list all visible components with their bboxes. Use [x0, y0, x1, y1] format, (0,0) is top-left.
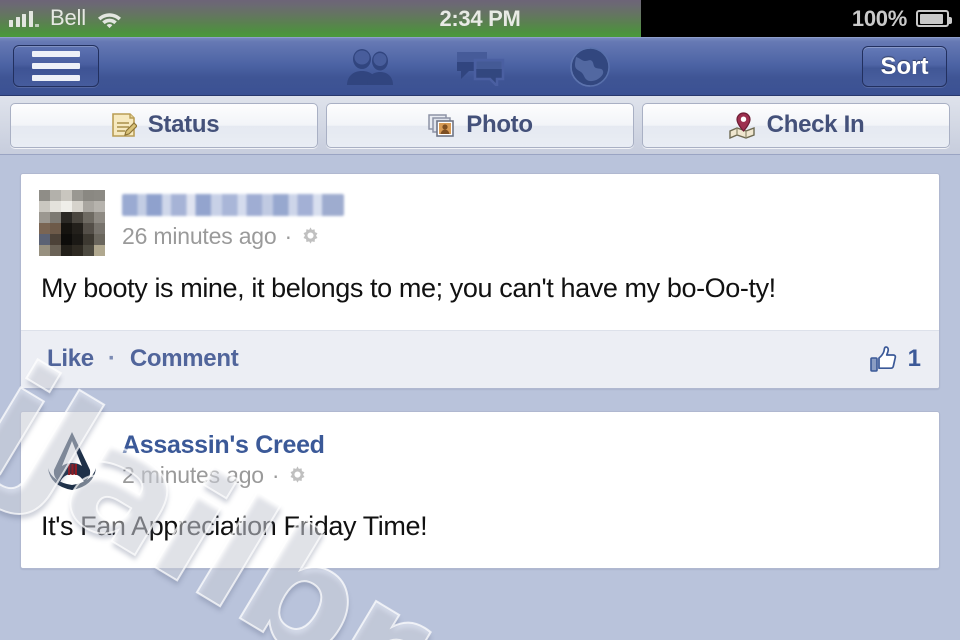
friends-icon[interactable]	[343, 47, 397, 87]
post-meta-separator: ·	[271, 462, 280, 489]
sort-button[interactable]: Sort	[862, 46, 947, 87]
post-header: Assassin's Creed 2 minutes ago ·	[21, 412, 939, 500]
thumbs-up-icon	[869, 345, 898, 373]
post-author-redacted[interactable]	[122, 194, 344, 216]
photo-composer-button[interactable]: Photo	[326, 102, 634, 148]
avatar[interactable]	[39, 427, 105, 494]
news-feed: 26 minutes ago · My booty is mine, it be…	[0, 155, 960, 569]
checkin-composer-button[interactable]: Check In	[642, 102, 950, 148]
post-meta: 26 minutes ago ·	[122, 190, 921, 250]
photo-stack-icon	[428, 114, 455, 137]
gear-icon[interactable]	[300, 226, 321, 247]
post-timestamp-row: 26 minutes ago ·	[122, 223, 921, 250]
checkin-composer-label: Check In	[766, 111, 865, 138]
post-header: 26 minutes ago ·	[21, 174, 939, 262]
phone-screen: Bell 2:34 PM 100% Sort Status Photo Chec…	[0, 0, 960, 640]
post-timestamp-row: 2 minutes ago ·	[122, 462, 921, 489]
status-note-icon	[111, 113, 137, 137]
assassins-creed-logo-icon	[48, 431, 96, 490]
post-timestamp: 26 minutes ago	[122, 223, 277, 249]
composer-bar: Status Photo Check In	[0, 96, 960, 155]
navigation-bar: Sort	[0, 37, 960, 96]
photo-composer-label: Photo	[466, 111, 533, 138]
map-pin-icon	[728, 112, 755, 139]
battery-percent-label: 100%	[851, 5, 907, 31]
post-body: It's Fan Appreciation Friday Time!	[41, 510, 428, 541]
like-button[interactable]: Like	[47, 345, 94, 373]
post-meta: Assassin's Creed 2 minutes ago ·	[122, 428, 921, 490]
comment-button[interactable]: Comment	[130, 345, 239, 373]
post-card: 26 minutes ago · My booty is mine, it be…	[20, 173, 940, 389]
like-count: 1	[907, 345, 921, 373]
status-composer-button[interactable]: Status	[10, 102, 318, 148]
post-card: Assassin's Creed 2 minutes ago · It's Fa…	[20, 410, 940, 569]
like-count-group[interactable]: 1	[869, 345, 921, 373]
action-separator: ·	[107, 345, 116, 373]
post-body: My booty is mine, it belongs to me; you …	[41, 273, 776, 303]
status-bar-right: 100%	[851, 0, 952, 37]
battery-icon	[916, 10, 952, 27]
status-bar: Bell 2:34 PM 100%	[0, 0, 960, 37]
post-timestamp: 2 minutes ago	[122, 462, 264, 489]
status-bar-clock: 2:34 PM	[439, 6, 521, 31]
post-author[interactable]: Assassin's Creed	[122, 431, 921, 460]
messages-icon[interactable]	[453, 47, 507, 87]
avatar[interactable]	[39, 190, 105, 256]
navigation-icon-group	[0, 37, 960, 96]
globe-notifications-icon[interactable]	[563, 46, 617, 87]
post-action-bar: Like · Comment 1	[21, 329, 939, 388]
status-composer-label: Status	[147, 111, 220, 138]
gear-icon[interactable]	[287, 465, 308, 486]
post-meta-separator: ·	[284, 223, 292, 249]
